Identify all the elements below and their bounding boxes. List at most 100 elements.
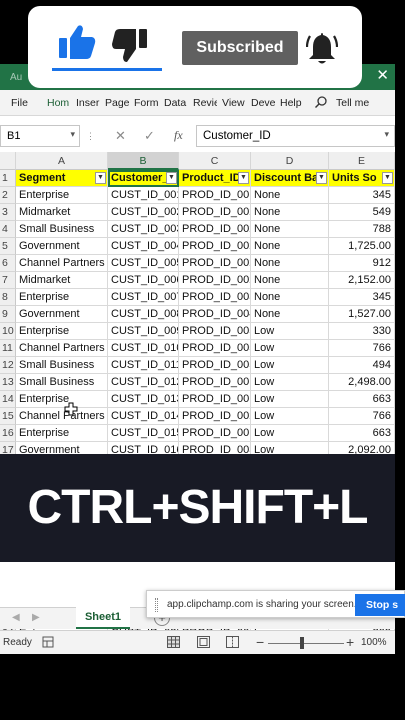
bell-icon[interactable] bbox=[306, 30, 338, 66]
table-cell[interactable]: CUST_ID_015 bbox=[108, 425, 179, 442]
tell-me-search[interactable]: Tell me bbox=[336, 97, 369, 109]
column-header-a[interactable]: A bbox=[16, 152, 108, 170]
row-header[interactable]: 11 bbox=[0, 340, 16, 357]
tab-review[interactable]: Revie bbox=[193, 97, 217, 109]
table-cell[interactable]: None bbox=[251, 221, 329, 238]
tab-view[interactable]: View bbox=[222, 97, 246, 109]
tab-help[interactable]: Help bbox=[280, 97, 304, 109]
chevron-down-icon[interactable]: ▾ bbox=[384, 129, 389, 140]
row-header[interactable]: 3 bbox=[0, 204, 16, 221]
table-cell[interactable]: Midmarket bbox=[16, 272, 108, 289]
table-cell[interactable]: PROD_ID_002 bbox=[179, 221, 251, 238]
page-break-view-icon[interactable] bbox=[226, 636, 239, 648]
table-cell[interactable]: 1,527.00 bbox=[329, 306, 395, 323]
table-cell[interactable]: CUST_ID_013 bbox=[108, 391, 179, 408]
zoom-in-button[interactable]: + bbox=[346, 634, 354, 650]
table-cell[interactable]: Low bbox=[251, 408, 329, 425]
row-header[interactable]: 10 bbox=[0, 323, 16, 340]
column-header-b[interactable]: B bbox=[108, 152, 179, 170]
table-cell[interactable]: None bbox=[251, 238, 329, 255]
table-cell[interactable]: Enterprise bbox=[16, 391, 108, 408]
formula-input[interactable]: Customer_ID ▾ bbox=[196, 125, 395, 147]
tab-file[interactable]: File bbox=[11, 97, 29, 109]
table-cell[interactable]: Small Business bbox=[16, 374, 108, 391]
table-cell[interactable]: Small Business bbox=[16, 357, 108, 374]
row-header[interactable]: 8 bbox=[0, 289, 16, 306]
table-cell[interactable]: CUST_ID_012 bbox=[108, 374, 179, 391]
filter-dropdown-icon[interactable]: ▼ bbox=[382, 172, 393, 184]
table-cell[interactable]: Low bbox=[251, 357, 329, 374]
table-cell[interactable]: Government bbox=[16, 238, 108, 255]
header-cell-d[interactable]: Discount Bar ▼ bbox=[251, 170, 329, 187]
zoom-out-button[interactable]: − bbox=[256, 634, 264, 650]
cancel-icon[interactable]: ✕ bbox=[115, 128, 126, 144]
table-cell[interactable]: Enterprise bbox=[16, 187, 108, 204]
table-cell[interactable]: 330 bbox=[329, 323, 395, 340]
table-cell[interactable]: 2,152.00 bbox=[329, 272, 395, 289]
close-icon[interactable]: ✕ bbox=[376, 68, 389, 84]
table-cell[interactable]: PROD_ID_001 bbox=[179, 391, 251, 408]
chevron-down-icon[interactable]: ▾ bbox=[70, 129, 75, 140]
table-cell[interactable]: PROD_ID_005 bbox=[179, 340, 251, 357]
table-cell[interactable]: 345 bbox=[329, 187, 395, 204]
header-cell-b[interactable]: Customer_ ▼ bbox=[108, 170, 179, 187]
table-cell[interactable]: CUST_ID_008 bbox=[108, 306, 179, 323]
tab-home[interactable]: Hom bbox=[47, 97, 70, 109]
row-header[interactable]: 13 bbox=[0, 374, 16, 391]
table-cell[interactable]: PROD_ID_002 bbox=[179, 272, 251, 289]
filter-dropdown-icon[interactable]: ▼ bbox=[316, 172, 327, 184]
column-header-e[interactable]: E bbox=[329, 152, 395, 170]
row-header[interactable]: 16 bbox=[0, 425, 16, 442]
page-layout-view-icon[interactable] bbox=[197, 636, 210, 648]
thumbs-down-icon[interactable] bbox=[112, 28, 148, 64]
table-cell[interactable]: CUST_ID_014 bbox=[108, 408, 179, 425]
name-box[interactable]: B1 ▾ bbox=[0, 125, 80, 147]
table-cell[interactable]: 663 bbox=[329, 391, 395, 408]
scroll-left-icon[interactable]: ◀ bbox=[12, 612, 20, 623]
tab-developer[interactable]: Deve bbox=[251, 97, 275, 109]
row-header[interactable]: 14 bbox=[0, 391, 16, 408]
row-header[interactable]: 15 bbox=[0, 408, 16, 425]
table-cell[interactable]: 663 bbox=[329, 425, 395, 442]
header-cell-c[interactable]: Product_ID ▼ bbox=[179, 170, 251, 187]
enter-icon[interactable]: ✓ bbox=[144, 128, 155, 144]
select-all-corner[interactable] bbox=[0, 152, 16, 170]
tab-formulas[interactable]: Form bbox=[134, 97, 158, 109]
table-cell[interactable]: 1,725.00 bbox=[329, 238, 395, 255]
table-cell[interactable]: PROD_ID_004 bbox=[179, 306, 251, 323]
macro-record-icon[interactable] bbox=[42, 636, 54, 648]
stop-sharing-button[interactable]: Stop s bbox=[355, 594, 405, 616]
table-cell[interactable]: Midmarket bbox=[16, 204, 108, 221]
table-cell[interactable]: None bbox=[251, 187, 329, 204]
row-header[interactable]: 4 bbox=[0, 221, 16, 238]
table-cell[interactable]: Low bbox=[251, 391, 329, 408]
table-cell[interactable]: Low bbox=[251, 323, 329, 340]
table-cell[interactable]: 766 bbox=[329, 340, 395, 357]
table-cell[interactable]: None bbox=[251, 204, 329, 221]
table-cell[interactable]: Small Business bbox=[16, 221, 108, 238]
row-header[interactable]: 1 bbox=[0, 170, 16, 187]
filter-dropdown-icon[interactable]: ▼ bbox=[166, 172, 177, 184]
table-cell[interactable]: 345 bbox=[329, 289, 395, 306]
table-cell[interactable]: None bbox=[251, 289, 329, 306]
table-cell[interactable]: 494 bbox=[329, 357, 395, 374]
zoom-slider[interactable] bbox=[268, 643, 344, 644]
zoom-level[interactable]: 100% bbox=[361, 637, 387, 648]
drag-handle-icon[interactable] bbox=[155, 598, 158, 612]
tab-data[interactable]: Data bbox=[164, 97, 188, 109]
thumbs-up-icon[interactable] bbox=[58, 24, 96, 60]
table-cell[interactable]: 549 bbox=[329, 204, 395, 221]
table-cell[interactable]: PROD_ID_001 bbox=[179, 187, 251, 204]
table-cell[interactable]: CUST_ID_010 bbox=[108, 340, 179, 357]
table-cell[interactable]: Government bbox=[16, 306, 108, 323]
table-cell[interactable]: Channel Partners bbox=[16, 408, 108, 425]
table-cell[interactable]: Enterprise bbox=[16, 425, 108, 442]
row-header[interactable]: 7 bbox=[0, 272, 16, 289]
row-header[interactable]: 6 bbox=[0, 255, 16, 272]
header-cell-a[interactable]: Segment ▼ bbox=[16, 170, 108, 187]
table-cell[interactable]: 788 bbox=[329, 221, 395, 238]
insert-function-icon[interactable]: fx bbox=[174, 128, 183, 143]
table-cell[interactable]: PROD_ID_002 bbox=[179, 204, 251, 221]
row-header[interactable]: 9 bbox=[0, 306, 16, 323]
table-cell[interactable]: CUST_ID_003 bbox=[108, 221, 179, 238]
